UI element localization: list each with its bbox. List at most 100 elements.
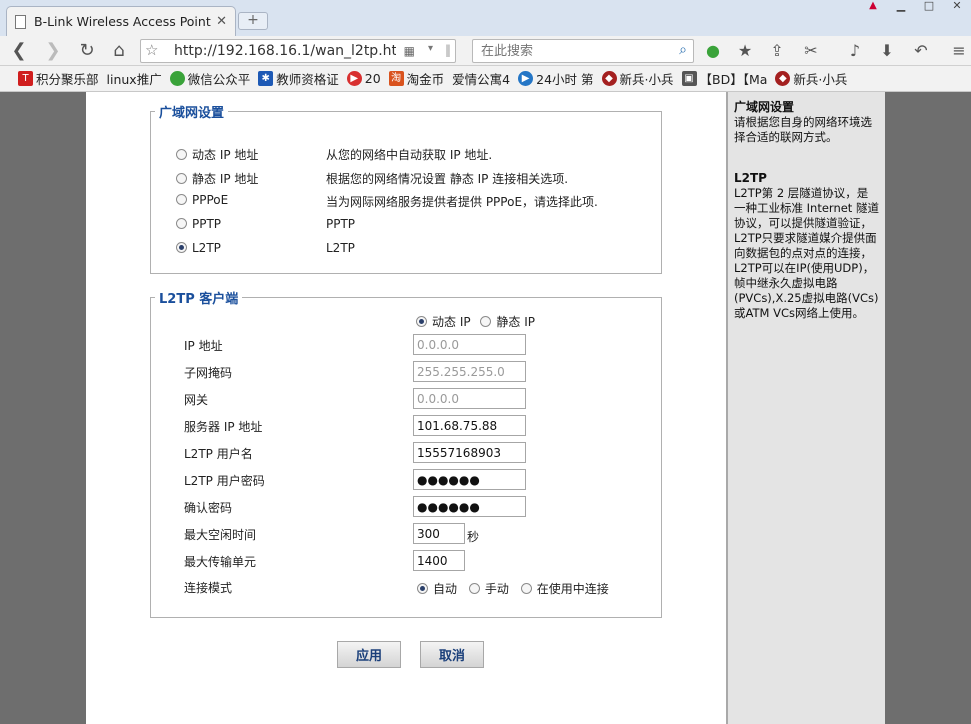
- ip-address-label: IP 地址: [184, 339, 223, 353]
- taobao-icon: 淘: [388, 71, 404, 86]
- tab-strip: B-Link Wireless Access Point ✕ + ▲ ▁ □ ✕: [0, 0, 971, 36]
- bookmark-item[interactable]: ▶ 24小时 第: [518, 69, 594, 88]
- confirm-password-field[interactable]: [413, 496, 526, 517]
- wan-option-pppoe[interactable]: PPPoE: [176, 193, 228, 211]
- idle-time-unit: 秒: [467, 530, 480, 544]
- mtu-label: 最大传输单元: [184, 555, 257, 569]
- password-field[interactable]: [413, 469, 526, 490]
- wan-option-desc: L2TP: [326, 241, 355, 255]
- wan-option-desc: 当为网际网络服务提供者提供 PPPoE，请选择此项.: [326, 195, 598, 209]
- help-text-l2tp: L2TP第 2 层隧道协议，是一种工业标准 Internet 隧道协议，可以提供…: [734, 186, 879, 320]
- wan-option-desc: PPTP: [326, 217, 356, 231]
- server-ip-label: 服务器 IP 地址: [184, 420, 263, 434]
- page-icon: [15, 14, 26, 29]
- bookmark-item[interactable]: ◆ 新兵·小兵: [601, 69, 674, 88]
- search-input[interactable]: [473, 40, 659, 62]
- t-logo-icon: T: [18, 71, 33, 86]
- download-icon[interactable]: ⬇: [876, 40, 898, 62]
- radio-static-ip[interactable]: [176, 173, 187, 184]
- window-controls: ▲ ▁ □ ✕: [859, 0, 971, 14]
- forward-icon[interactable]: ❯: [42, 40, 64, 62]
- search-icon[interactable]: ⌕: [679, 42, 687, 58]
- home-icon[interactable]: ⌂: [108, 40, 130, 62]
- new-tab-button[interactable]: +: [238, 12, 268, 30]
- wan-option-dynamic[interactable]: 动态 IP 地址: [176, 146, 258, 164]
- gateway-label: 网关: [184, 393, 209, 407]
- minimize-icon[interactable]: ▁: [887, 0, 915, 14]
- bookmark-item[interactable]: 淘淘金币: [388, 69, 444, 88]
- chevron-down-icon[interactable]: ▾: [428, 43, 433, 54]
- wan-settings-legend: 广域网设置: [159, 106, 225, 121]
- bookmark-item[interactable]: ▶ 20: [346, 71, 381, 86]
- ip-address-field[interactable]: [413, 334, 526, 355]
- reload-icon[interactable]: ↻: [76, 40, 98, 62]
- bookmark-item[interactable]: 爱情公寓4: [86, 69, 510, 172]
- volume-icon[interactable]: ♪: [844, 40, 866, 62]
- mtu-field[interactable]: [413, 550, 465, 571]
- radio-l2tp[interactable]: [176, 242, 187, 253]
- radio-pptp[interactable]: [176, 218, 187, 229]
- close-tab-icon[interactable]: ✕: [216, 14, 227, 29]
- bookmark-item[interactable]: 微信公众平: [169, 69, 250, 88]
- radio-ip-static[interactable]: [480, 316, 492, 327]
- connection-mode-label: 连接模式: [184, 581, 233, 595]
- bookmark-item[interactable]: ✱ 教师资格证: [258, 69, 339, 88]
- radio-mode-on-demand[interactable]: [520, 583, 532, 594]
- radio-ip-dynamic[interactable]: [416, 316, 427, 327]
- paw-icon: ✱: [258, 71, 274, 86]
- browser-tab[interactable]: B-Link Wireless Access Point ✕: [6, 6, 236, 36]
- menu-icon[interactable]: ≡: [948, 40, 970, 62]
- server-ip-field[interactable]: [413, 415, 526, 436]
- subnet-mask-field[interactable]: [413, 361, 526, 382]
- notification-icon[interactable]: ▲: [859, 0, 887, 14]
- gateway-field[interactable]: [413, 388, 526, 409]
- restore-icon[interactable]: □: [915, 0, 943, 14]
- wechat-icon[interactable]: ●: [702, 40, 724, 62]
- address-bar[interactable]: ☆ http://192.168.16.1/wan_l2tp.htm ▦ ▾ ‖: [140, 39, 456, 63]
- share-icon[interactable]: ⇪: [766, 40, 788, 62]
- subnet-mask-label: 子网掩码: [184, 366, 233, 380]
- router-settings-page: 广域网设置 动态 IP 地址 从您的网络中自动获取 IP 地址. 静态 IP 地…: [86, 92, 726, 724]
- separator-icon: ‖: [445, 43, 451, 57]
- help-heading-l2tp: L2TP: [734, 171, 767, 185]
- radio-dynamic-ip[interactable]: [176, 149, 187, 160]
- play-icon: ▶: [518, 71, 534, 86]
- browser-toolbar: ❮ ❯ ↻ ⌂ ☆ http://192.168.16.1/wan_l2tp.h…: [0, 36, 971, 66]
- scissors-icon[interactable]: ✂: [800, 40, 822, 62]
- tab-title: B-Link Wireless Access Point: [34, 14, 211, 29]
- wan-option-desc: 从您的网络中自动获取 IP 地址.: [326, 148, 493, 162]
- url-text[interactable]: http://192.168.16.1/wan_l2tp.htm: [174, 43, 396, 59]
- wan-option-static[interactable]: 静态 IP 地址: [176, 170, 258, 188]
- radio-mode-manual[interactable]: [468, 583, 480, 594]
- idle-time-field[interactable]: [413, 523, 465, 544]
- connection-mode-selector: 自动 手动 在使用中连接: [417, 580, 609, 598]
- wan-option-pptp[interactable]: PPTP: [176, 217, 221, 235]
- bookmark-item[interactable]: T 积分聚乐部: [18, 69, 99, 88]
- help-text-wan: 请根据您自身的网络环境选择合适的联网方式。: [734, 115, 872, 144]
- bookmark-item[interactable]: linux推广: [86, 69, 162, 172]
- favorites-star-icon[interactable]: ★: [734, 40, 756, 62]
- password-label: L2TP 用户密码: [184, 474, 265, 488]
- confirm-password-label: 确认密码: [184, 501, 233, 515]
- back-icon[interactable]: ❮: [8, 40, 30, 62]
- tv-icon: ▣: [681, 71, 697, 86]
- bookmark-item[interactable]: ◆ 新兵·小兵: [775, 69, 847, 88]
- idle-time-label: 最大空闲时间: [184, 528, 257, 542]
- l2tp-client-legend: L2TP 客户端: [159, 292, 239, 307]
- apply-button[interactable]: 应用: [337, 641, 401, 668]
- close-window-icon[interactable]: ✕: [943, 0, 971, 14]
- username-field[interactable]: [413, 442, 526, 463]
- radio-pppoe[interactable]: [176, 194, 187, 205]
- undo-icon[interactable]: ↶: [910, 40, 932, 62]
- wechat-icon: [169, 71, 185, 86]
- qr-code-icon[interactable]: ▦: [404, 44, 415, 58]
- bookmark-star-icon[interactable]: ☆: [145, 41, 158, 59]
- cancel-button[interactable]: 取消: [420, 641, 484, 668]
- search-box[interactable]: ⌕: [472, 39, 694, 63]
- bookmarks-bar: T 积分聚乐部 linux推广 微信公众平 ✱ 教师资格证 ▶ 20 淘淘金币 爱情公…: [0, 66, 971, 172]
- help-panel: 广域网设置 请根据您自身的网络环境选择合适的联网方式。 L2TP L2TP第 2…: [728, 92, 885, 724]
- radio-mode-auto[interactable]: [417, 583, 428, 594]
- username-label: L2TP 用户名: [184, 447, 253, 461]
- wan-option-l2tp[interactable]: L2TP: [176, 241, 221, 259]
- bookmark-item[interactable]: ▣ 【BD】【Ma: [681, 69, 767, 88]
